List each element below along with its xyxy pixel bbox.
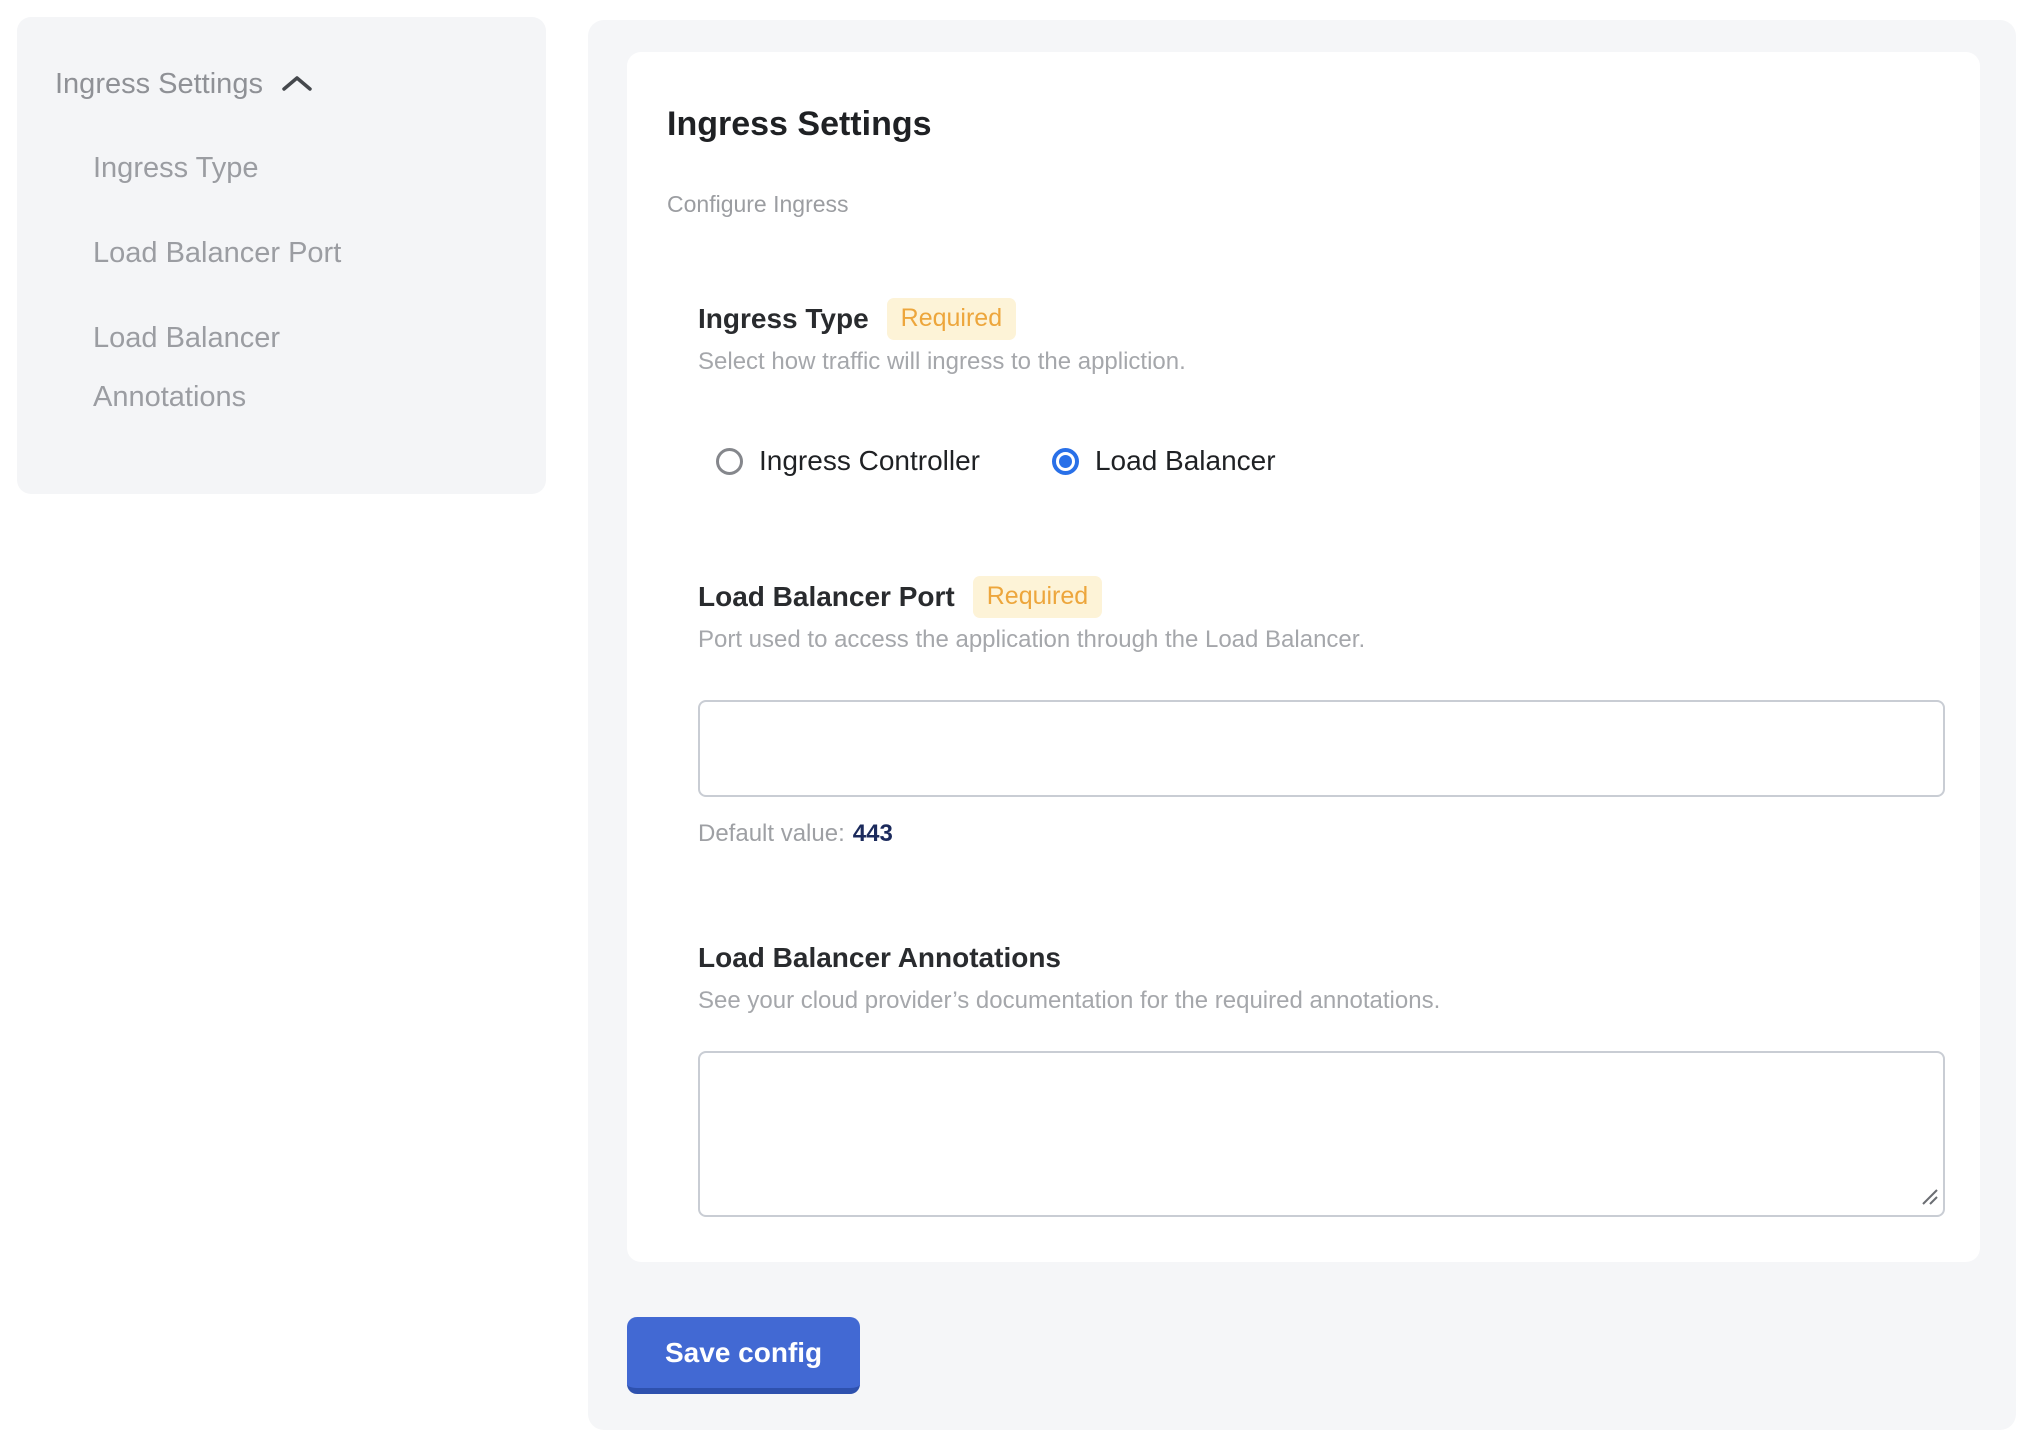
load-balancer-annotations-label: Load Balancer Annotations: [698, 941, 1061, 975]
default-value-row: Default value: 443: [698, 819, 1945, 849]
chevron-up-icon: [281, 74, 313, 94]
settings-sidebar: Ingress Settings Ingress Type Load Balan…: [17, 17, 546, 494]
required-badge: Required: [973, 576, 1102, 618]
radio-option-load-balancer[interactable]: Load Balancer: [1052, 445, 1276, 477]
ingress-type-description: Select how traffic will ingress to the a…: [698, 348, 1945, 376]
load-balancer-annotations-textarea[interactable]: [698, 1051, 1945, 1217]
sidebar-item-load-balancer-annotations[interactable]: Load Balancer Annotations: [93, 309, 433, 427]
load-balancer-annotations-description: See your cloud provider’s documentation …: [698, 987, 1945, 1015]
sidebar-item-list: Ingress Type Load Balancer Port Load Bal…: [93, 139, 518, 427]
radio-label-ingress-controller: Ingress Controller: [759, 445, 980, 477]
section-load-balancer-port: Load Balancer Port Required Port used to…: [698, 576, 1945, 849]
page-subtitle: Configure Ingress: [667, 190, 1945, 218]
annotations-textarea-wrap: [698, 1051, 1945, 1217]
default-value: 443: [853, 820, 893, 847]
ingress-type-label: Ingress Type: [698, 302, 869, 336]
section-ingress-type: Ingress Type Required Select how traffic…: [698, 298, 1945, 486]
load-balancer-port-description: Port used to access the application thro…: [698, 626, 1945, 654]
ingress-type-radio-group: Ingress Controller Load Balancer: [716, 436, 1945, 486]
section-load-balancer-annotations: Load Balancer Annotations See your cloud…: [698, 941, 1945, 1217]
page-title: Ingress Settings: [667, 104, 1945, 144]
main-panel: Ingress Settings Configure Ingress Ingre…: [588, 20, 2016, 1430]
sidebar-item-load-balancer-port[interactable]: Load Balancer Port: [93, 224, 433, 283]
required-badge: Required: [887, 298, 1016, 340]
load-balancer-port-label: Load Balancer Port: [698, 580, 955, 614]
radio-selected-icon[interactable]: [1052, 448, 1079, 475]
sidebar-section-label: Ingress Settings: [55, 68, 263, 101]
form-sections: Ingress Type Required Select how traffic…: [698, 298, 1945, 1217]
radio-label-load-balancer: Load Balancer: [1095, 445, 1276, 477]
save-config-button[interactable]: Save config: [627, 1317, 860, 1394]
radio-unselected-icon[interactable]: [716, 448, 743, 475]
load-balancer-port-input[interactable]: [698, 700, 1945, 797]
ingress-settings-card: Ingress Settings Configure Ingress Ingre…: [627, 52, 1980, 1262]
default-value-label: Default value:: [698, 820, 845, 847]
sidebar-section-ingress-settings[interactable]: Ingress Settings: [55, 63, 518, 105]
sidebar-item-ingress-type[interactable]: Ingress Type: [93, 139, 433, 198]
radio-option-ingress-controller[interactable]: Ingress Controller: [716, 445, 980, 477]
